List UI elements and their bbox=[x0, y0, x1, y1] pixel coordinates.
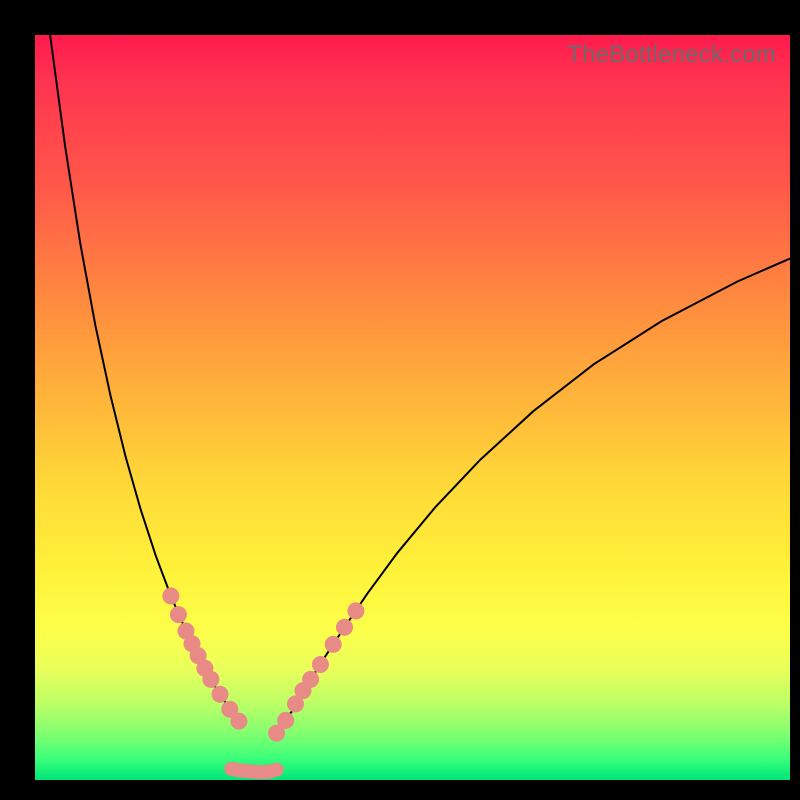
chart-frame: TheBottleneck.com bbox=[0, 0, 800, 800]
plot-area: TheBottleneck.com bbox=[35, 35, 790, 780]
data-marker bbox=[312, 656, 329, 673]
data-marker bbox=[277, 712, 294, 729]
curve-left-arm bbox=[50, 35, 239, 721]
data-marker bbox=[162, 588, 179, 605]
marker-group bbox=[162, 588, 364, 742]
curve-right-arm bbox=[277, 259, 790, 734]
curve-flat-bottom bbox=[231, 769, 276, 772]
data-marker bbox=[336, 619, 353, 636]
data-marker bbox=[202, 671, 219, 688]
data-marker bbox=[347, 602, 364, 619]
data-marker bbox=[325, 636, 342, 653]
data-marker bbox=[230, 713, 247, 730]
data-marker bbox=[302, 671, 319, 688]
data-marker bbox=[170, 606, 187, 623]
bottleneck-curve bbox=[35, 35, 790, 780]
data-marker bbox=[212, 686, 229, 703]
